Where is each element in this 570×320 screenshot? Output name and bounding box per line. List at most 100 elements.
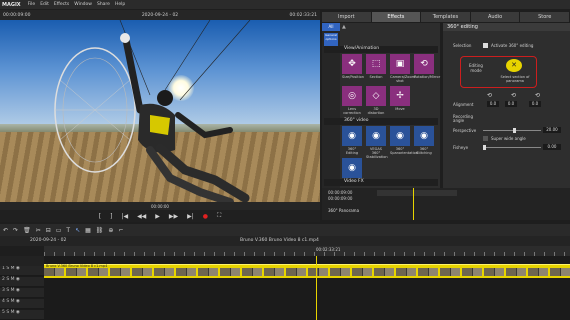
up-arrow-icon[interactable]: ▲ [342,24,348,30]
clip-thumbnails [44,268,570,276]
super-wide-label: Super wide angle [491,136,526,141]
record-button[interactable]: ● [203,213,208,220]
tab-templates[interactable]: Templates [421,12,470,22]
stabilization-icon: ◉ [342,158,362,178]
rotate-z-icon[interactable]: ⟲ [535,92,540,99]
timeline-ruler[interactable]: 00:02:33:21 [44,246,570,256]
perspective-field[interactable]: 20.00 [543,127,561,133]
track-header-2[interactable]: 2 S M ◉ [0,277,44,287]
cut-icon[interactable]: ✂ [36,227,41,234]
play-button[interactable]: ▶ [155,213,160,220]
split-icon[interactable]: ⊟ [46,227,51,234]
tab-store[interactable]: Store [520,12,569,22]
fisheye-slider-handle[interactable] [483,145,486,150]
effect-3d-distortion[interactable]: ◇ 3D distortion [366,86,386,116]
group-view-animation[interactable]: View/Animation [324,46,438,53]
effect-label: VEGAS 360° Stabilization [366,147,388,159]
video-preview[interactable] [0,20,320,202]
menu-file[interactable]: File [28,2,36,7]
track-header-top [0,256,44,266]
redo-icon[interactable]: ↷ [13,227,18,234]
effect-lens-correction[interactable]: ◎ Lens correction [342,86,362,116]
menu-window[interactable]: Window [74,2,92,7]
effect-360-stitching[interactable]: ◉ 360° Stitching [414,126,434,156]
zoom-icon[interactable]: ⊕ [108,227,113,234]
super-wide-checkbox[interactable] [483,136,488,141]
track-header-1[interactable]: 1 S M ◉ [0,266,44,276]
category-all[interactable]: All [322,23,340,31]
mute-icon[interactable]: S M ◉ [6,277,20,282]
rotate-x-icon[interactable]: ⟲ [487,92,492,99]
effect-label: Rotation/Mirror [414,75,441,79]
project-date-label[interactable]: 2020-09-24 - 02 [30,238,66,243]
menu-effects[interactable]: Effects [54,2,69,7]
media-pool-tabs: Import Effects Templates Audio Store [322,12,570,22]
effect-move[interactable]: ✢ Move [390,86,410,116]
mark-in-icon[interactable]: [ [99,213,101,220]
fisheye-slider[interactable] [483,147,541,148]
snap-icon[interactable]: ⌐ [118,227,123,234]
alignment-z-field[interactable]: 0.0 [529,101,541,107]
project-clip-title: Bruno V.360 Bruno Video 8 c1.mp4 [240,238,319,243]
effect-rotation-mirror[interactable]: ⟲ Rotation/Mirror [414,54,441,84]
effect-mini-timeline[interactable]: 00:00:09:00 00:00:09:00 360° Panorama [322,188,570,220]
track-header-5[interactable]: 5 S M ◉ [0,310,44,320]
effect-section[interactable]: ⬚ Section [366,54,386,84]
fullscreen-icon[interactable]: ⛶ [217,212,221,220]
perspective-slider-handle[interactable] [513,128,516,133]
tab-audio[interactable]: Audio [470,12,520,22]
mute-icon[interactable]: S M ◉ [6,288,20,293]
mute-icon[interactable]: S M ◉ [6,310,20,315]
effect-360-editing[interactable]: ◉ 360° Editing [342,126,362,156]
tab-import[interactable]: Import [322,12,371,22]
effect-camera-zoom[interactable]: ▣ Camera/Zoom shot [390,54,415,84]
fisheye-field[interactable]: 0.00 [543,144,561,150]
pointer-icon[interactable]: ↖ [75,227,80,234]
mark-out-icon[interactable]: ] [110,213,112,220]
rotate-y-icon[interactable]: ⟲ [511,92,516,99]
video-clip[interactable]: Bruno V.360 Bruno Video 8 c1.mp4 [44,264,570,278]
delete-icon[interactable]: 🗑 [23,227,31,234]
text-icon[interactable]: T [66,227,70,234]
menu-edit[interactable]: Edit [40,2,49,7]
tab-effects[interactable]: Effects [371,12,421,22]
selection-label: Selection [453,43,472,48]
mode-icon[interactable]: ▦ [85,227,91,234]
effect-360-spanorientation[interactable]: ◉ 360° Spanorientation [390,126,418,156]
mini-playhead[interactable] [413,188,414,220]
editing-mode-label: Editing mode [469,63,483,73]
preview-footer-time: 00:00:00 [151,203,169,209]
mute-icon[interactable]: S M ◉ [6,299,20,304]
effect-label: 360° Editing [345,147,359,155]
category-general[interactable]: General options [324,33,338,47]
preview-date-label[interactable]: 2020-09-24 - 02 [142,13,178,18]
timeline-playhead[interactable] [316,256,317,320]
move-icon: ✢ [390,86,410,106]
menu-share[interactable]: Share [97,2,110,7]
group-video-fx[interactable]: Video FX [324,179,438,186]
preview-header: 00:00:09:00 2020-09-24 - 02 00:02:33:21 [0,10,320,20]
group-360-video[interactable]: 360° video [324,118,438,125]
undo-icon[interactable]: ↶ [3,227,8,234]
effect-vegas-360-stabilization[interactable]: ◉ VEGAS 360° Stabilization [366,126,388,159]
mini-ruler[interactable] [377,190,457,196]
step-back-icon[interactable]: |◀ [121,213,128,220]
track-header-3[interactable]: 3 S M ◉ [0,288,44,298]
activate-checkbox[interactable] [483,43,488,48]
effect-size-position[interactable]: ✥ Size/Position [342,54,364,84]
rewind-icon[interactable]: ◀◀ [137,213,146,220]
mute-icon[interactable]: S M ◉ [6,266,20,271]
effect-label: Lens correction [343,107,361,115]
step-forward-icon[interactable]: ▶| [187,213,194,220]
alignment-y-field[interactable]: 0.0 [505,101,517,107]
panorama-section-icon[interactable]: ✕ [506,59,522,72]
perspective-slider[interactable] [483,130,541,131]
alignment-x-field[interactable]: 0.0 [487,101,499,107]
menu-help[interactable]: Help [115,2,125,7]
track-header-4[interactable]: 4 S M ◉ [0,299,44,309]
group-icon[interactable]: ▭ [56,227,62,234]
effect-browser: All ▲ General options View/Animation ✥ S… [322,23,440,188]
timeline-tracks: 1 S M ◉ 2 S M ◉ 3 S M ◉ 4 S M ◉ 5 S M ◉ … [0,256,570,320]
link-icon[interactable]: ⛓ [96,227,104,234]
forward-icon[interactable]: ▶▶ [169,213,178,220]
